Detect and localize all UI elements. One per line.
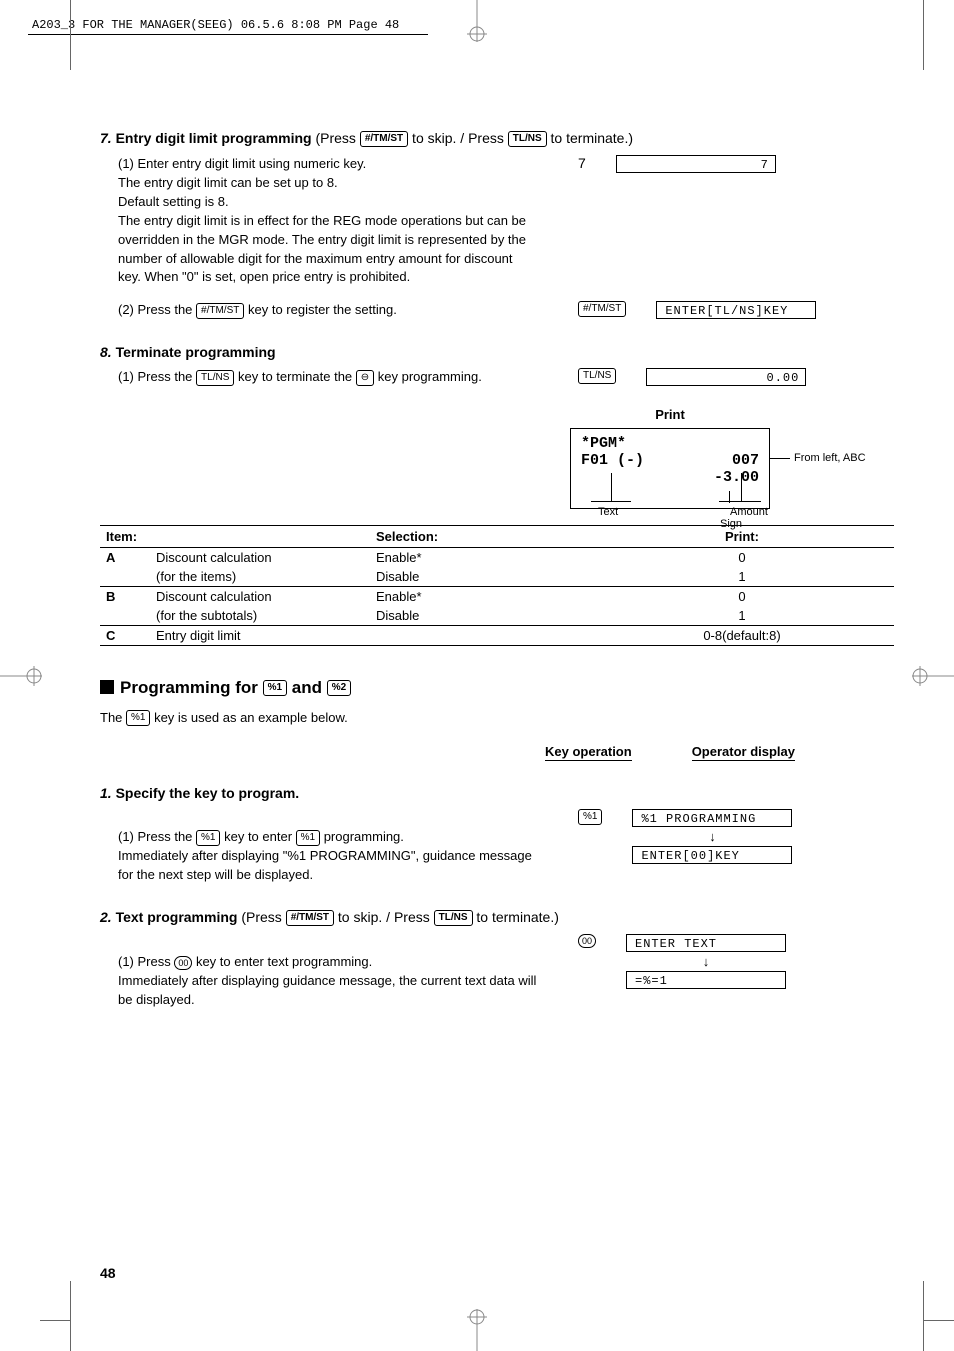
key-00: 00 bbox=[578, 934, 596, 948]
corner-line bbox=[70, 0, 71, 70]
key-00: 00 bbox=[174, 956, 192, 970]
programming-heading: Programming for %1 and %2 bbox=[100, 678, 894, 698]
col-operator-display: Operator display bbox=[692, 744, 795, 761]
anno-fromleft: From left, ABC bbox=[794, 452, 866, 464]
display-box: %1 PROGRAMMING bbox=[632, 809, 792, 827]
key-pct1: %1 bbox=[578, 809, 602, 825]
corner-line bbox=[70, 1281, 71, 1351]
crop-mark-right bbox=[910, 656, 954, 696]
key-pct1: %1 bbox=[126, 710, 150, 726]
crop-mark-left bbox=[0, 656, 44, 696]
section-title-text: Terminate programming bbox=[112, 344, 276, 360]
anno-sign-label: Sign bbox=[720, 518, 742, 530]
section-number: 1. bbox=[100, 785, 112, 801]
p2-title: 2. Text programming (Press #/TM/ST to sk… bbox=[100, 909, 894, 926]
crop-mark-bottom bbox=[457, 1307, 497, 1351]
down-arrow-icon: ↓ bbox=[632, 829, 792, 844]
page-number: 48 bbox=[100, 1265, 116, 1281]
display-box: =%=1 bbox=[626, 971, 786, 989]
display-box: 0.00 bbox=[646, 368, 806, 386]
print-sample: Print *PGM* F01 (-) 007 -3.00 From left,… bbox=[570, 407, 894, 509]
minus-key: ⊖ bbox=[356, 370, 374, 386]
corner-line bbox=[924, 1320, 954, 1321]
section-title-text: Text programming bbox=[112, 909, 242, 925]
key-pct1: %1 bbox=[296, 830, 320, 846]
file-header: A203_3 FOR THE MANAGER(SEEG) 06.5.6 8:08… bbox=[32, 18, 399, 32]
items-table: Item: Selection: Print: A Discount calcu… bbox=[100, 525, 894, 646]
key-tmst: #/TM/ST bbox=[578, 301, 626, 317]
section-title-text: Specify the key to program. bbox=[112, 785, 300, 801]
section-7-title: 7. Entry digit limit programming (Press … bbox=[100, 130, 894, 147]
receipt: *PGM* F01 (-) 007 -3.00 bbox=[570, 428, 770, 509]
table-row: B Discount calculation Enable* 0 bbox=[100, 586, 894, 606]
column-headers: Key operation Operator display bbox=[100, 744, 894, 761]
corner-line bbox=[923, 1281, 924, 1351]
anno-text-label: Text bbox=[598, 506, 618, 518]
square-bullet bbox=[100, 680, 114, 694]
title-mid: to skip. / Press bbox=[408, 130, 508, 146]
section-8-title: 8. Terminate programming bbox=[100, 344, 894, 360]
receipt-f01: F01 (-) bbox=[581, 452, 644, 469]
corner-line bbox=[923, 0, 924, 70]
title-end: to terminate.) bbox=[547, 130, 633, 146]
display-box: ENTER[00]KEY bbox=[632, 846, 792, 864]
col-key-operation: Key operation bbox=[545, 744, 632, 761]
key-pct2: %2 bbox=[327, 680, 351, 696]
receipt-007: 007 bbox=[732, 452, 759, 469]
anno-amount-label: Amount bbox=[730, 506, 768, 518]
display-box: ENTER TEXT bbox=[626, 934, 786, 952]
section-number: 7. bbox=[100, 130, 112, 146]
display-box: 7 bbox=[616, 155, 776, 173]
key-tlns: TL/NS bbox=[578, 368, 616, 384]
s7-step2-text: (2) Press the #/TM/ST key to register th… bbox=[118, 301, 538, 320]
th-item: Item: bbox=[100, 525, 150, 547]
s7-step1-num: 7 bbox=[578, 155, 586, 171]
section-number: 8. bbox=[100, 344, 112, 360]
key-pct1: %1 bbox=[263, 680, 287, 696]
down-arrow-icon: ↓ bbox=[626, 954, 786, 969]
section-number: 2. bbox=[100, 909, 112, 925]
p2-step-text: (1) Press 00 key to enter text programmi… bbox=[118, 934, 538, 1009]
table-row: (for the items) Disable 1 bbox=[100, 567, 894, 587]
th-selection: Selection: bbox=[370, 525, 590, 547]
header-underline bbox=[28, 34, 428, 35]
key-tmst: #/TM/ST bbox=[360, 131, 408, 147]
corner-line bbox=[40, 1320, 70, 1321]
table-row: (for the subtotals) Disable 1 bbox=[100, 606, 894, 626]
key-tmst: #/TM/ST bbox=[196, 303, 244, 319]
s8-step1-text: (1) Press the TL/NS key to terminate the… bbox=[118, 368, 538, 387]
example-line: The %1 key is used as an example below. bbox=[100, 710, 894, 727]
key-tlns: TL/NS bbox=[434, 910, 473, 926]
print-label: Print bbox=[590, 407, 750, 422]
key-tlns: TL/NS bbox=[508, 131, 547, 147]
s7-step1-text: (1) Enter entry digit limit using numeri… bbox=[118, 155, 538, 287]
p1-step-text: (1) Press the %1 key to enter %1 program… bbox=[118, 809, 538, 884]
receipt-line-1: *PGM* bbox=[581, 435, 759, 452]
crop-mark-top bbox=[457, 0, 497, 44]
receipt-amount: -3.00 bbox=[581, 469, 759, 486]
title-paren: (Press bbox=[315, 130, 359, 146]
table-row: C Entry digit limit 0-8(default:8) bbox=[100, 625, 894, 645]
display-box: ENTER[TL/NS]KEY bbox=[656, 301, 816, 319]
key-pct1: %1 bbox=[196, 830, 220, 846]
key-tlns: TL/NS bbox=[196, 370, 234, 386]
p1-title: 1. Specify the key to program. bbox=[100, 785, 894, 801]
section-title-text: Entry digit limit programming bbox=[112, 130, 316, 146]
table-row: A Discount calculation Enable* 0 bbox=[100, 547, 894, 567]
key-tmst: #/TM/ST bbox=[286, 910, 334, 926]
